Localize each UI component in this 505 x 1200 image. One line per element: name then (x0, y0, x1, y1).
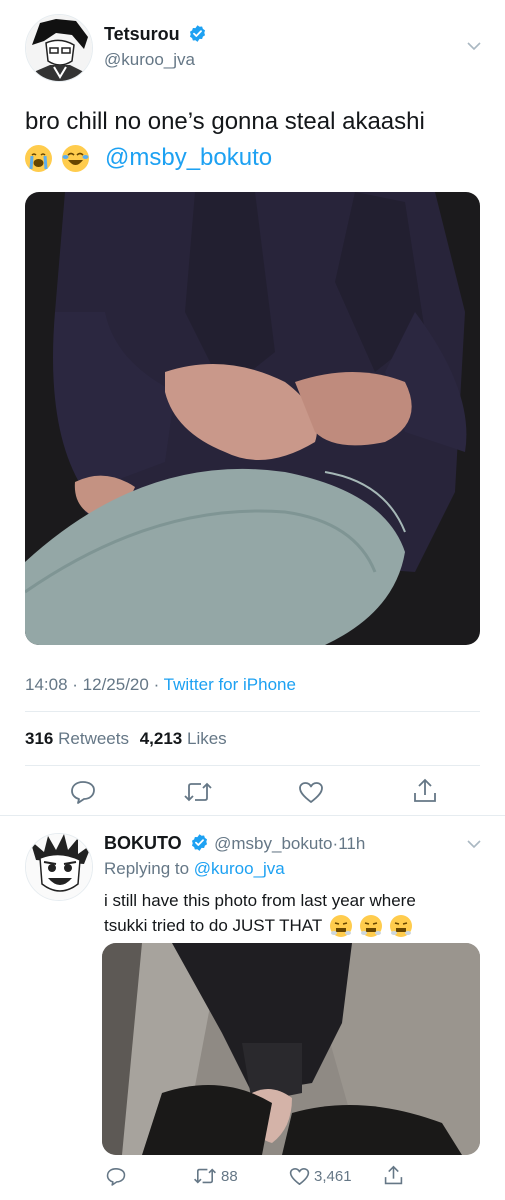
share-icon[interactable] (384, 1165, 403, 1186)
face-with-steam-icon (390, 914, 413, 937)
face-with-tears-of-joy-icon (62, 144, 89, 172)
divider (25, 711, 480, 712)
reply-text-line: i still have this photo from last year w… (104, 891, 416, 910)
face-with-steam-icon (330, 914, 353, 937)
loudly-crying-face-icon (25, 144, 52, 172)
reply-time-ago: 11h (338, 834, 366, 853)
retweet-icon (194, 1168, 216, 1184)
meta-separator: · (72, 675, 83, 694)
retweets-stat[interactable]: 316 Retweets (25, 729, 134, 748)
replying-to-prefix: Replying to (104, 859, 190, 878)
tweet-text: bro chill no one’s gonna steal akaashi (25, 108, 425, 135)
avatar-bokuto[interactable] (25, 833, 93, 901)
divider (25, 765, 480, 766)
tweet-photo[interactable] (25, 192, 480, 645)
tweet-source-link[interactable]: Twitter for iPhone (164, 675, 296, 694)
chevron-down-icon[interactable] (466, 838, 482, 850)
author-name[interactable]: Tetsurou (104, 24, 180, 44)
like-heart-icon[interactable] (298, 781, 324, 804)
reply-author-name[interactable]: BOKUTO (104, 833, 182, 853)
share-icon[interactable] (413, 778, 437, 804)
reply-photo[interactable] (102, 943, 480, 1155)
author-handle[interactable]: @kuroo_jva (104, 50, 195, 70)
tweet-time: 14:08 (25, 675, 68, 694)
verified-badge-icon (190, 25, 206, 42)
likes-count: 4,213 (139, 729, 183, 748)
retweet-icon[interactable] (183, 781, 213, 803)
chevron-down-icon[interactable] (466, 40, 482, 52)
face-with-steam-icon (360, 914, 383, 937)
reply-icon[interactable] (70, 780, 96, 804)
reply-icon[interactable] (106, 1167, 126, 1186)
verified-badge-icon (192, 834, 208, 851)
like-heart-icon (289, 1168, 310, 1185)
retweet-action[interactable]: 88 (193, 1167, 238, 1185)
avatar-kuroo[interactable] (25, 14, 93, 82)
likes-label: Likes (187, 729, 227, 748)
retweets-label: Retweets (58, 729, 129, 748)
meta-separator: · (153, 675, 164, 694)
mention-link[interactable]: @msby_bokuto (105, 144, 272, 172)
reply-text-line: tsukki tried to do JUST THAT (104, 916, 323, 935)
like-count: 3,461 (314, 1168, 352, 1185)
retweets-count: 316 (25, 729, 54, 748)
retweet-count: 88 (221, 1167, 238, 1185)
tweet-date: 12/25/20 (82, 675, 149, 694)
like-action[interactable]: 3,461 (289, 1167, 352, 1186)
reply-author-handle[interactable]: @msby_bokuto (214, 834, 332, 853)
replying-to-handle[interactable]: @kuroo_jva (194, 859, 285, 878)
section-separator (0, 815, 505, 816)
likes-stat[interactable]: 4,213 Likes (140, 729, 227, 748)
